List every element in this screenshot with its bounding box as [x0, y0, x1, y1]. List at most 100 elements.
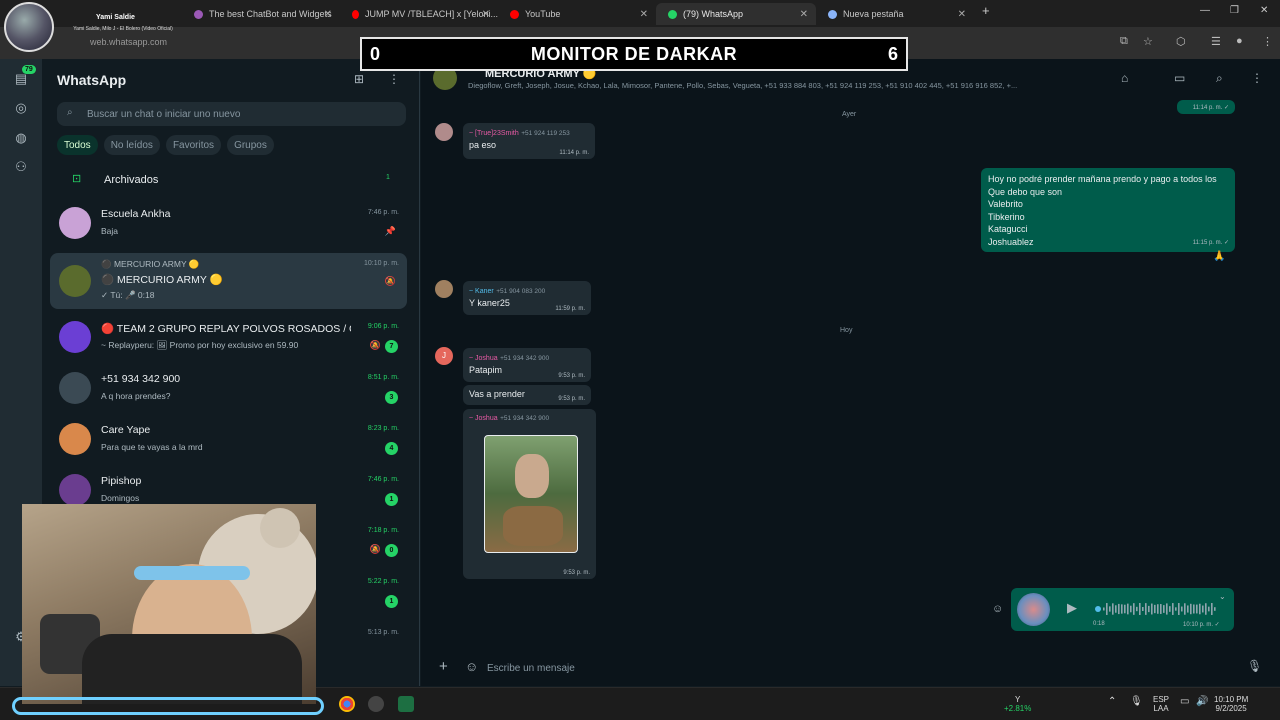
sender-phone: +51 934 342 900 — [500, 355, 550, 362]
voice-waveform[interactable] — [1095, 602, 1219, 616]
chat-row[interactable]: Escuela Ankha Baja 7:46 p. m. 📌 — [50, 199, 407, 249]
video-call-icon[interactable]: ▭ — [1174, 71, 1185, 85]
monitor-right-count: 6 — [887, 43, 898, 64]
chat-menu-icon[interactable]: ⋮ — [1251, 71, 1263, 85]
message-bubble-in[interactable]: Vas a prender 9:53 p. m. — [463, 385, 591, 405]
chat-row[interactable]: 🔴 TEAM 2 GRUPO REPLAY POLVOS ROSADOS / C… — [50, 313, 407, 363]
close-tab-icon[interactable]: ✕ — [640, 9, 648, 20]
chat-time: 8:23 p. m. — [367, 425, 399, 432]
chat-preview: Para que te vayas a la mrd — [101, 442, 203, 452]
sender-avatar[interactable] — [435, 280, 453, 298]
reaction-emoji[interactable]: 🙏 — [1213, 251, 1225, 262]
install-app-icon[interactable]: ⧉ — [1120, 35, 1128, 48]
waveform-bar — [1139, 603, 1141, 615]
waveform-bar — [1184, 603, 1186, 615]
microphone-icon[interactable]: 🎙 — [1247, 659, 1262, 673]
chat-row-selected[interactable]: ⚫ MERCURIO ARMY 🟡 ⚫ MERCURIO ARMY 🟡 ✓ Tú… — [50, 253, 407, 309]
chrome-icon[interactable] — [339, 696, 355, 712]
message-input[interactable] — [487, 657, 1227, 679]
waveform-bar — [1172, 603, 1174, 615]
waveform-bar — [1187, 605, 1189, 613]
sender-avatar[interactable] — [435, 123, 453, 141]
chat-time: 7:46 p. m. — [367, 209, 399, 216]
sticker-icon[interactable]: ☺ — [465, 659, 478, 674]
waveform-bar — [1124, 604, 1126, 614]
search-messages-icon[interactable]: ⌕ — [1216, 71, 1223, 86]
close-tab-icon[interactable]: ✕ — [482, 9, 490, 20]
search-icon: ⌕ — [67, 107, 73, 118]
browser-tab-active[interactable]: (79) WhatsApp ✕ — [656, 3, 816, 25]
close-tab-icon[interactable]: ✕ — [800, 9, 808, 20]
message-bubble-in[interactable]: ~ Joshua +51 934 342 900 Patapim 9:53 p.… — [463, 348, 591, 382]
maximize-icon[interactable]: ❐ — [1230, 5, 1239, 16]
sender-name: ~ [True]23Smith — [469, 130, 519, 137]
sender-avatar[interactable]: J — [435, 347, 453, 365]
volume-icon[interactable]: 🔊 — [1196, 697, 1208, 707]
bookmark-star-icon[interactable]: ☆ — [1143, 35, 1153, 48]
emoji-reaction-icon[interactable]: ☺ — [992, 603, 1003, 615]
chat-name: Pipishop — [101, 475, 142, 487]
browser-tab[interactable]: JUMP MV /TBLEACH] x [Yeloni... ✕ — [340, 3, 498, 25]
headband — [134, 566, 250, 580]
stock-widget[interactable]: Y +2.81% — [1004, 695, 1031, 713]
waveform-bar — [1175, 607, 1177, 611]
filter-all[interactable]: Todos — [57, 135, 98, 155]
group-info-icon[interactable]: ⌂ — [1121, 71, 1128, 85]
filter-favorites[interactable]: Favoritos — [165, 135, 222, 155]
chevron-up-icon[interactable]: ⌃ — [1108, 697, 1116, 707]
new-tab-icon[interactable]: + — [982, 3, 990, 18]
message-bubble-out[interactable]: 11:14 p. m. ✓ — [1177, 100, 1235, 114]
channels-icon[interactable]: ◍ — [12, 130, 30, 148]
sender-name: ~ Joshua — [469, 355, 498, 362]
attach-icon[interactable]: + — [439, 658, 448, 675]
muted-icon: 🔕 — [369, 340, 381, 350]
browser-tab[interactable]: YouTube ✕ — [498, 3, 656, 25]
close-tab-icon[interactable]: ✕ — [324, 9, 332, 20]
waveform-bar — [1199, 603, 1201, 615]
network-icon[interactable]: ▭ — [1180, 697, 1189, 707]
language-indicator[interactable]: ESP LAA — [1153, 695, 1169, 713]
app-icon[interactable] — [368, 696, 384, 712]
waveform-bar — [1118, 603, 1120, 615]
close-window-icon[interactable]: ✕ — [1260, 5, 1268, 16]
filter-unread[interactable]: No leídos — [103, 135, 160, 155]
waveform-bar — [1109, 606, 1111, 612]
communities-icon[interactable]: ⚇ — [12, 159, 30, 177]
message-time: 11:15 p. m. ✓ — [1192, 239, 1229, 246]
filter-groups[interactable]: Grupos — [227, 135, 274, 155]
tab-search-icon[interactable]: ☰ — [1211, 35, 1221, 48]
waveform-bar — [1136, 606, 1138, 612]
browser-tab[interactable]: Nueva pestaña ✕ — [816, 3, 974, 25]
status-icon[interactable]: ◎ — [12, 100, 30, 118]
browser-tab[interactable]: The best ChatBot and Widgets ✕ — [182, 3, 340, 25]
waveform-bar — [1121, 604, 1123, 614]
message-bubble-out[interactable]: Hoy no podré prender mañana prendo y pag… — [981, 168, 1235, 252]
message-bubble-in[interactable]: ~ Kaner +51 904 083 200 Y kaner25 11:59 … — [463, 281, 591, 315]
language-code: ESP — [1153, 695, 1170, 704]
microphone-tray-icon[interactable]: 🎙 — [1130, 697, 1143, 707]
browser-menu-icon[interactable]: ⋮ — [1262, 35, 1273, 48]
shared-photo[interactable] — [484, 435, 578, 553]
menu-icon[interactable]: ⋮ — [388, 72, 400, 86]
minimize-icon[interactable]: — — [1200, 5, 1210, 16]
tab-favicon — [194, 9, 203, 19]
message-time: 11:14 p. m. — [559, 150, 589, 156]
chevron-down-icon[interactable]: ⌄ — [1219, 592, 1226, 601]
extensions-icon[interactable]: ⬡ — [1176, 35, 1186, 48]
message-bubble-in[interactable]: ~ [True]23Smith +51 924 119 253 pa eso 1… — [463, 123, 595, 159]
chat-row[interactable]: Care Yape Para que te vayas a la mrd 8:2… — [50, 415, 407, 465]
day-separator: Hoy — [840, 327, 853, 334]
search-input[interactable] — [87, 105, 387, 123]
profile-avatar-icon[interactable]: ● — [1236, 35, 1243, 47]
new-chat-icon[interactable]: ⊞ — [354, 72, 364, 86]
chat-preview: A q hora prendes? — [101, 391, 171, 401]
now-playing-text: Yami Saldie, Milo J - El Bolero (Video O… — [73, 26, 173, 32]
chat-row[interactable]: +51 934 342 900 A q hora prendes? 8:51 p… — [50, 364, 407, 414]
excel-icon[interactable] — [398, 696, 414, 712]
archived-row[interactable]: ⊡ Archivados 1 — [42, 170, 420, 190]
voice-message[interactable]: ▶ 0:18 10:10 p. m. ✓ ⌄ — [1011, 588, 1234, 631]
chat-name: +51 934 342 900 — [101, 373, 181, 385]
close-tab-icon[interactable]: ✕ — [958, 9, 966, 20]
play-icon[interactable]: ▶ — [1067, 600, 1077, 616]
clock[interactable]: 10:10 PM 9/2/2025 — [1214, 695, 1248, 713]
